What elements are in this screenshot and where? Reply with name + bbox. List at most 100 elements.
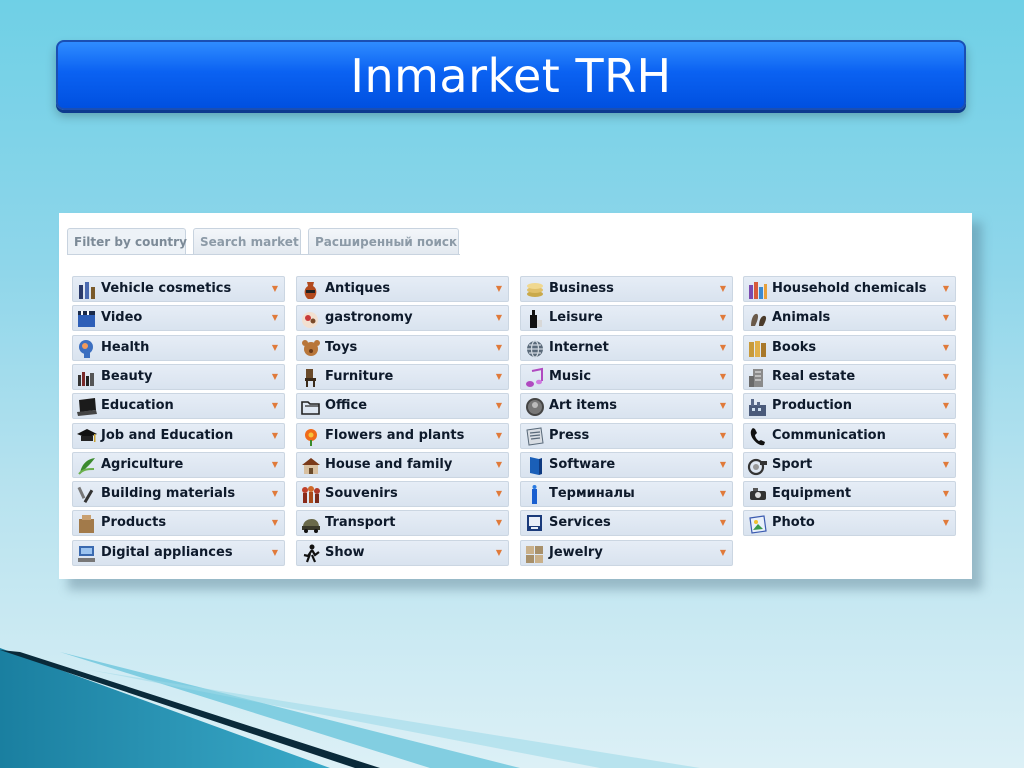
dropdown-arrow-icon[interactable]: ▼ bbox=[943, 511, 949, 535]
dropdown-arrow-icon[interactable]: ▼ bbox=[720, 541, 726, 565]
dropdown-arrow-icon[interactable]: ▼ bbox=[272, 277, 278, 301]
dropdown-arrow-icon[interactable]: ▼ bbox=[720, 482, 726, 506]
category-health[interactable]: Health ▼ bbox=[72, 335, 285, 361]
dropdown-arrow-icon[interactable]: ▼ bbox=[943, 482, 949, 506]
dropdown-arrow-icon[interactable]: ▼ bbox=[272, 394, 278, 418]
category-label: Press bbox=[549, 428, 590, 443]
category-beauty[interactable]: Beauty ▼ bbox=[72, 364, 285, 390]
dropdown-arrow-icon[interactable]: ▼ bbox=[272, 365, 278, 389]
dropdown-arrow-icon[interactable]: ▼ bbox=[272, 541, 278, 565]
category-products[interactable]: Products ▼ bbox=[72, 510, 285, 536]
category-digital-appliances[interactable]: Digital appliances ▼ bbox=[72, 540, 285, 566]
category-flowers-and-plants[interactable]: Flowers and plants ▼ bbox=[296, 423, 509, 449]
dropdown-arrow-icon[interactable]: ▼ bbox=[272, 511, 278, 535]
dropdown-arrow-icon[interactable]: ▼ bbox=[720, 424, 726, 448]
category-label: Business bbox=[549, 281, 614, 296]
category-real-estate[interactable]: Real estate ▼ bbox=[743, 364, 956, 390]
category-photo[interactable]: Photo ▼ bbox=[743, 510, 956, 536]
category-label: Furniture bbox=[325, 369, 394, 384]
tab-filter-by-country[interactable]: Filter by country bbox=[67, 228, 187, 254]
dropdown-arrow-icon[interactable]: ▼ bbox=[943, 365, 949, 389]
dropdown-arrow-icon[interactable]: ▼ bbox=[272, 453, 278, 477]
category-leisure[interactable]: Leisure ▼ bbox=[520, 305, 733, 331]
dropdown-arrow-icon[interactable]: ▼ bbox=[943, 336, 949, 360]
folder-icon bbox=[300, 396, 321, 417]
dropdown-arrow-icon[interactable]: ▼ bbox=[943, 424, 949, 448]
dropdown-arrow-icon[interactable]: ▼ bbox=[496, 394, 502, 418]
dropdown-arrow-icon[interactable]: ▼ bbox=[496, 424, 502, 448]
category-vehicle-cosmetics[interactable]: Vehicle cosmetics ▼ bbox=[72, 276, 285, 302]
category-терминалы[interactable]: Терминалы ▼ bbox=[520, 481, 733, 507]
category-office[interactable]: Office ▼ bbox=[296, 393, 509, 419]
dropdown-arrow-icon[interactable]: ▼ bbox=[272, 336, 278, 360]
dropdown-arrow-icon[interactable]: ▼ bbox=[496, 511, 502, 535]
dropdown-arrow-icon[interactable]: ▼ bbox=[496, 541, 502, 565]
category-books[interactable]: Books ▼ bbox=[743, 335, 956, 361]
graduation-cap-icon bbox=[76, 426, 97, 447]
category-animals[interactable]: Animals ▼ bbox=[743, 305, 956, 331]
category-label: Books bbox=[772, 340, 817, 355]
category-video[interactable]: Video ▼ bbox=[72, 305, 285, 331]
dropdown-arrow-icon[interactable]: ▼ bbox=[496, 482, 502, 506]
category-music[interactable]: Music ▼ bbox=[520, 364, 733, 390]
dropdown-arrow-icon[interactable]: ▼ bbox=[496, 336, 502, 360]
tab-search-market[interactable]: Search market bbox=[193, 228, 301, 254]
dropdown-arrow-icon[interactable]: ▼ bbox=[272, 424, 278, 448]
category-job-and-education[interactable]: Job and Education ▼ bbox=[72, 423, 285, 449]
tools-icon bbox=[76, 484, 97, 505]
laptop-icon bbox=[76, 396, 97, 417]
equipment-icon bbox=[747, 484, 768, 505]
category-souvenirs[interactable]: Souvenirs ▼ bbox=[296, 481, 509, 507]
category-building-materials[interactable]: Building materials ▼ bbox=[72, 481, 285, 507]
dropdown-arrow-icon[interactable]: ▼ bbox=[943, 306, 949, 330]
category-sport[interactable]: Sport ▼ bbox=[743, 452, 956, 478]
dropdown-arrow-icon[interactable]: ▼ bbox=[720, 336, 726, 360]
category-transport[interactable]: Transport ▼ bbox=[296, 510, 509, 536]
books-icon bbox=[747, 338, 768, 359]
category-label: Services bbox=[549, 515, 611, 530]
stack-icon bbox=[524, 279, 545, 300]
category-household-chemicals[interactable]: Household chemicals ▼ bbox=[743, 276, 956, 302]
category-agriculture[interactable]: Agriculture ▼ bbox=[72, 452, 285, 478]
category-label: Household chemicals bbox=[772, 281, 927, 296]
category-toys[interactable]: Toys ▼ bbox=[296, 335, 509, 361]
dropdown-arrow-icon[interactable]: ▼ bbox=[720, 511, 726, 535]
dropdown-arrow-icon[interactable]: ▼ bbox=[496, 277, 502, 301]
factory-icon bbox=[747, 396, 768, 417]
dropdown-arrow-icon[interactable]: ▼ bbox=[272, 306, 278, 330]
category-equipment[interactable]: Equipment ▼ bbox=[743, 481, 956, 507]
category-jewelry[interactable]: Jewelry ▼ bbox=[520, 540, 733, 566]
category-production[interactable]: Production ▼ bbox=[743, 393, 956, 419]
category-gastronomy[interactable]: gastronomy ▼ bbox=[296, 305, 509, 331]
dropdown-arrow-icon[interactable]: ▼ bbox=[720, 394, 726, 418]
dropdown-arrow-icon[interactable]: ▼ bbox=[943, 277, 949, 301]
dropdown-arrow-icon[interactable]: ▼ bbox=[720, 306, 726, 330]
dropdown-arrow-icon[interactable]: ▼ bbox=[720, 277, 726, 301]
category-software[interactable]: Software ▼ bbox=[520, 452, 733, 478]
category-label: Vehicle cosmetics bbox=[101, 281, 232, 296]
category-education[interactable]: Education ▼ bbox=[72, 393, 285, 419]
dropdown-arrow-icon[interactable]: ▼ bbox=[496, 365, 502, 389]
category-label: Show bbox=[325, 545, 365, 560]
category-show[interactable]: Show ▼ bbox=[296, 540, 509, 566]
tab-advanced-search[interactable]: Расширенный поиск bbox=[308, 228, 459, 254]
category-art-items[interactable]: Art items ▼ bbox=[520, 393, 733, 419]
phone-icon bbox=[747, 426, 768, 447]
dropdown-arrow-icon[interactable]: ▼ bbox=[272, 482, 278, 506]
category-label: Internet bbox=[549, 340, 609, 355]
category-services[interactable]: Services ▼ bbox=[520, 510, 733, 536]
dropdown-arrow-icon[interactable]: ▼ bbox=[943, 394, 949, 418]
category-business[interactable]: Business ▼ bbox=[520, 276, 733, 302]
category-communication[interactable]: Communication ▼ bbox=[743, 423, 956, 449]
dropdown-arrow-icon[interactable]: ▼ bbox=[943, 453, 949, 477]
dropdown-arrow-icon[interactable]: ▼ bbox=[496, 306, 502, 330]
category-house-and-family[interactable]: House and family ▼ bbox=[296, 452, 509, 478]
dropdown-arrow-icon[interactable]: ▼ bbox=[720, 365, 726, 389]
category-internet[interactable]: Internet ▼ bbox=[520, 335, 733, 361]
dropdown-arrow-icon[interactable]: ▼ bbox=[720, 453, 726, 477]
category-antiques[interactable]: Antiques ▼ bbox=[296, 276, 509, 302]
category-furniture[interactable]: Furniture ▼ bbox=[296, 364, 509, 390]
category-press[interactable]: Press ▼ bbox=[520, 423, 733, 449]
newspaper-icon bbox=[524, 426, 545, 447]
dropdown-arrow-icon[interactable]: ▼ bbox=[496, 453, 502, 477]
